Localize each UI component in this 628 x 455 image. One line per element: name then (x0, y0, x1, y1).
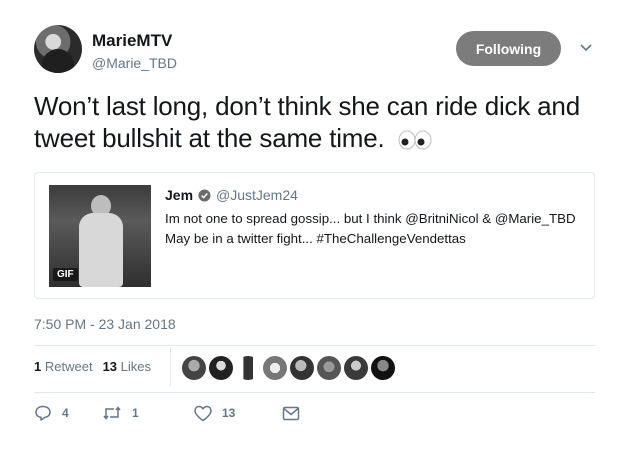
divider (34, 345, 595, 346)
tweet-text: Won’t last long, don’t think she can rid… (34, 90, 614, 154)
like-button[interactable]: 13 (194, 405, 282, 422)
eyes-emoji-icon (398, 130, 432, 150)
tweet-actions: 4 1 13 (34, 404, 300, 422)
retweet-count: 1 (34, 359, 42, 374)
author-handle[interactable]: @Marie_TBD (92, 55, 177, 71)
liker-avatar[interactable] (209, 356, 233, 380)
liker-avatars (182, 356, 395, 380)
heart-icon (194, 405, 212, 421)
likes-stat-label: Likes (120, 359, 152, 374)
following-button[interactable]: Following (456, 31, 561, 66)
like-count: 13 (222, 406, 236, 420)
quoted-tweet-gif[interactable]: GIF (49, 185, 151, 287)
liker-avatar[interactable] (263, 356, 287, 380)
likes-stat[interactable]: 13 Likes (103, 359, 151, 374)
retweet-button[interactable]: 1 (102, 404, 194, 422)
liker-avatar[interactable] (317, 356, 341, 380)
liker-avatar[interactable] (182, 356, 206, 380)
quoted-tweet-card[interactable]: GIF Jem @JustJem24 Im not one to spread … (34, 172, 595, 299)
reply-count: 4 (62, 406, 69, 420)
liker-avatar[interactable] (290, 356, 314, 380)
reply-button[interactable]: 4 (34, 404, 102, 422)
tweet-timestamp[interactable]: 7:50 PM - 23 Jan 2018 (34, 316, 176, 332)
tweet-body: Won’t last long, don’t think she can rid… (34, 91, 580, 153)
retweet-stat-label: Retweet (44, 359, 93, 374)
liker-avatar[interactable] (344, 356, 368, 380)
gif-badge: GIF (53, 268, 78, 281)
retweet-stat[interactable]: 1 Retweet (34, 359, 93, 374)
divider (34, 392, 595, 393)
stats-separator (170, 348, 171, 386)
liker-avatar[interactable] (371, 356, 395, 380)
likes-count: 13 (102, 359, 118, 374)
direct-message-button[interactable] (282, 406, 300, 421)
retweet-count: 1 (132, 406, 139, 420)
author-display-name[interactable]: MarieMTV (92, 31, 172, 51)
envelope-icon (282, 406, 300, 420)
reply-icon (35, 405, 51, 421)
retweet-icon (103, 406, 121, 420)
liker-avatar[interactable] (236, 356, 260, 380)
quoted-author-name: Jem (165, 187, 194, 203)
quoted-author-handle: @JustJem24 (216, 187, 298, 203)
verified-badge-icon (198, 189, 211, 202)
chevron-down-icon[interactable] (579, 40, 593, 54)
quoted-tweet-text: Im not one to spread gossip... but I thi… (165, 211, 576, 246)
engagement-stats: 1 Retweet 13 Likes (34, 359, 151, 374)
author-avatar[interactable] (34, 25, 82, 73)
